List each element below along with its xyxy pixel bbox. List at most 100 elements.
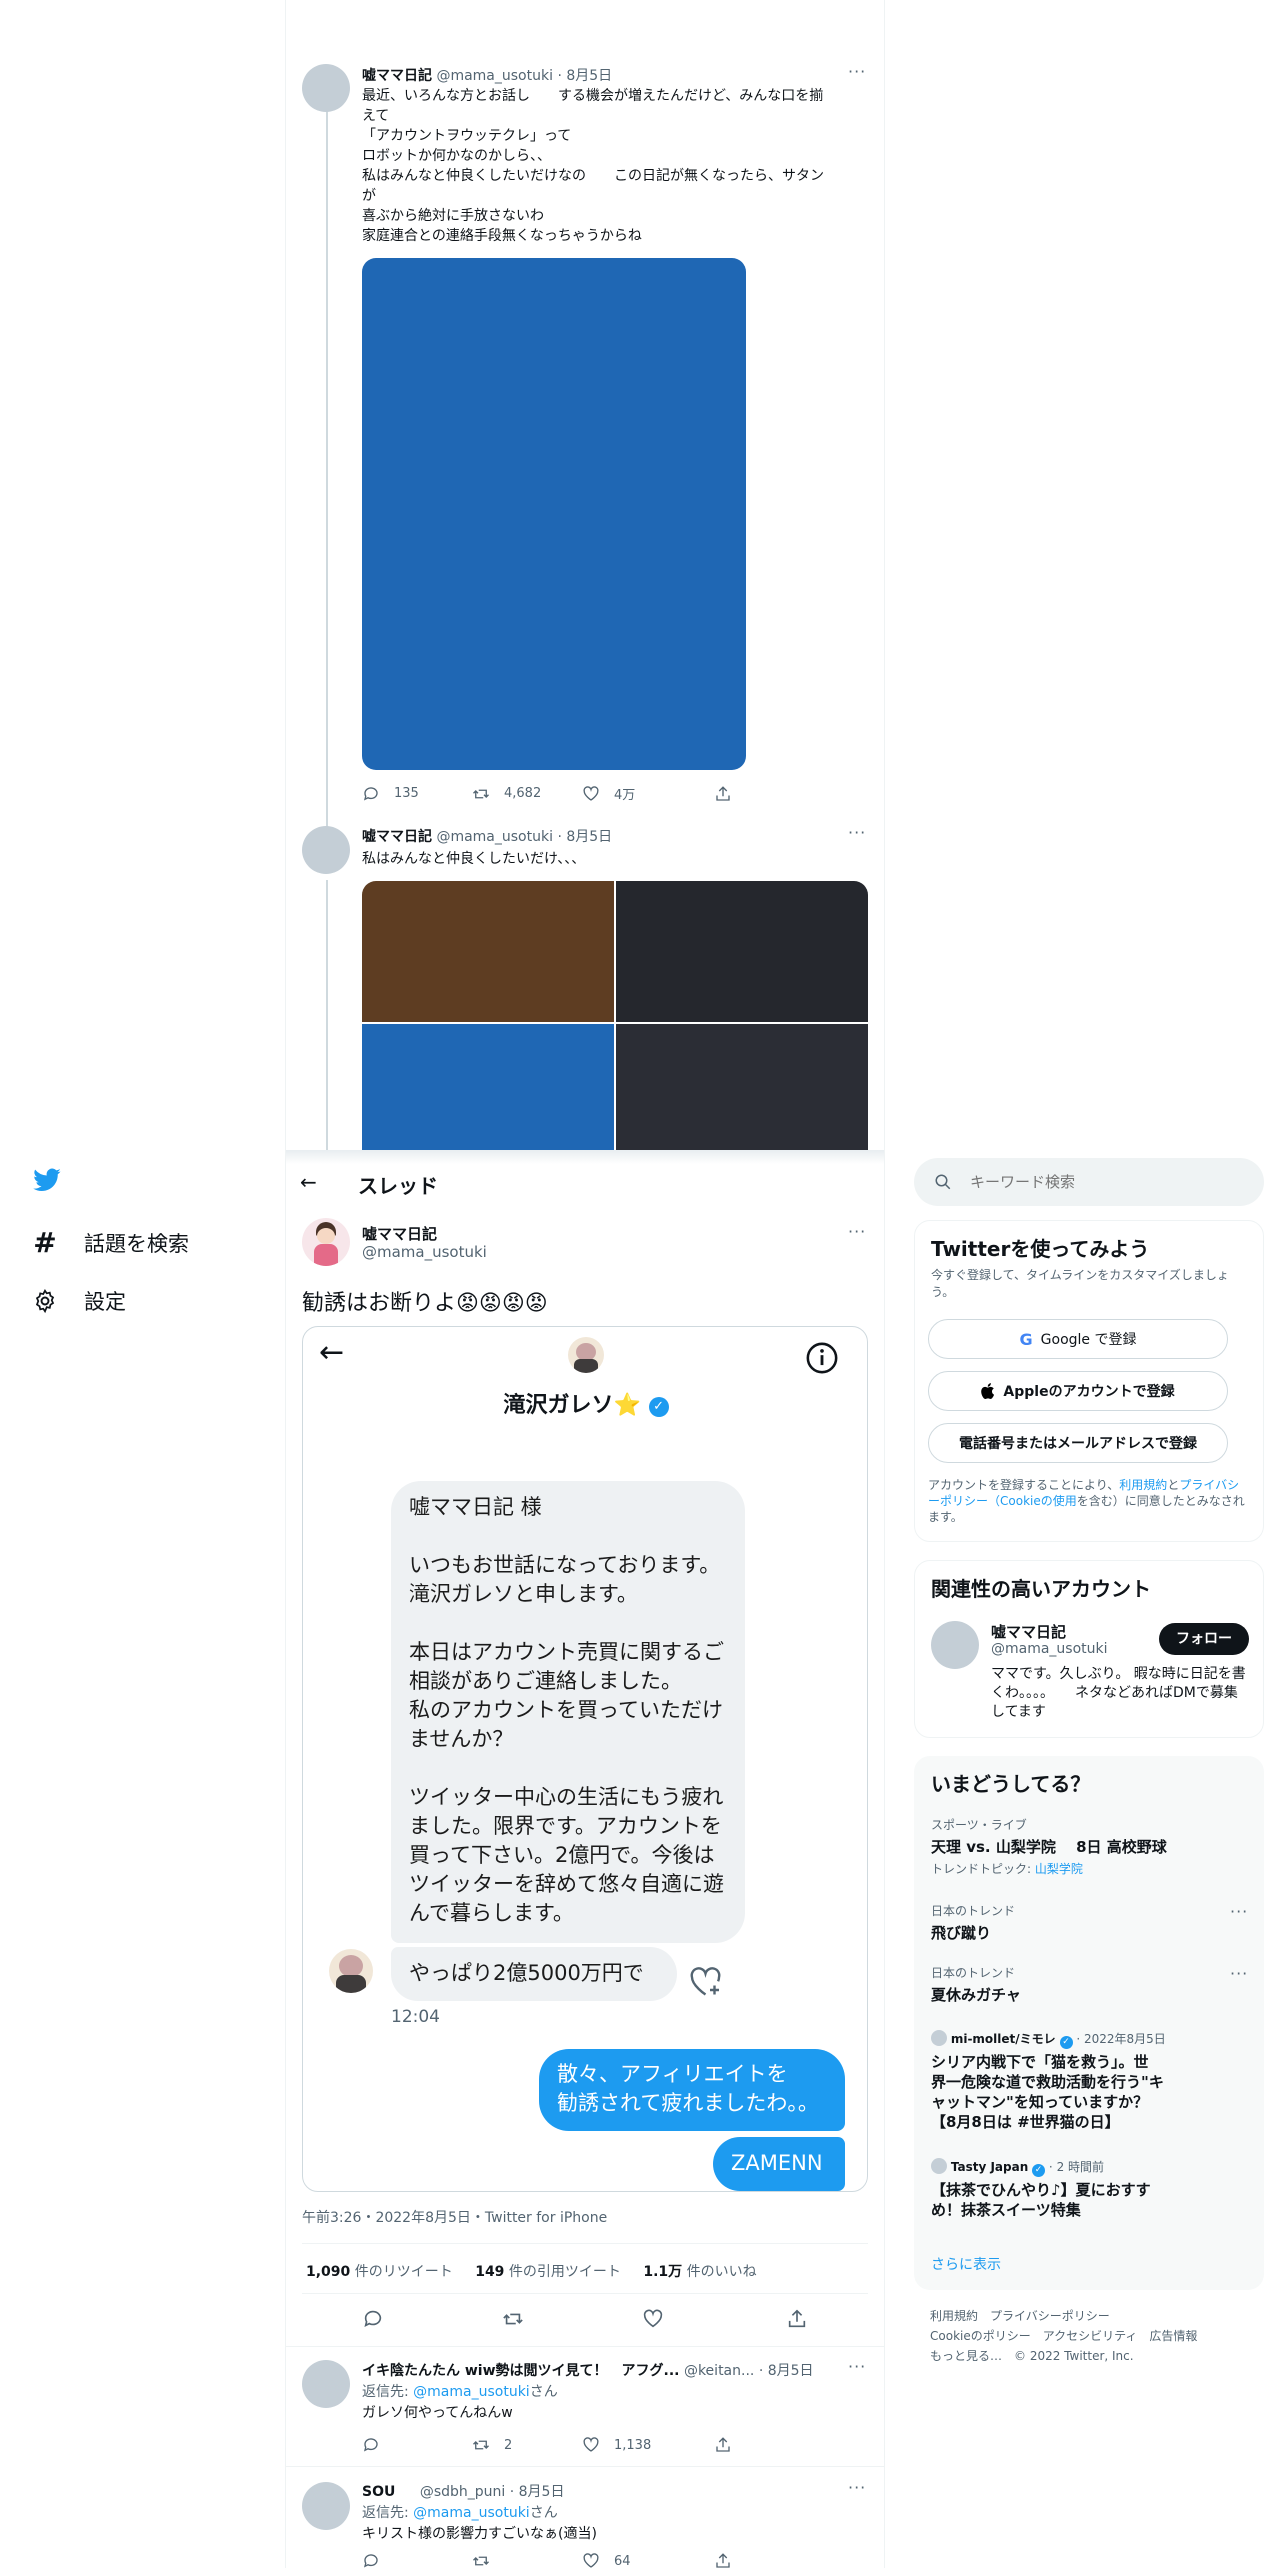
reply-button[interactable]: 135 xyxy=(362,784,472,803)
message-line: 私のアカウントを買っていただけ xyxy=(409,1698,723,1722)
reply-line: 散々、アフィリエイトを xyxy=(557,2062,788,2086)
search-icon xyxy=(935,1174,951,1190)
more-icon[interactable]: ··· xyxy=(1230,1902,1248,1921)
nav-settings[interactable]: 設定 xyxy=(32,1286,126,1316)
tweet-image[interactable] xyxy=(616,1024,868,1157)
relevant-accounts-panel: 関連性の高いアカウント 嘘ママ日記 @mama_usotuki フォロー ママで… xyxy=(914,1560,1264,1738)
author-name[interactable]: 嘘ママ日記 xyxy=(362,1223,437,1244)
retweet-button[interactable] xyxy=(472,2552,582,2568)
author-name[interactable]: SOU xyxy=(362,2484,395,2500)
show-more-link[interactable]: さらに表示 xyxy=(931,2254,1001,2274)
headline-line: シリア内戦下で「猫を救う」。世 xyxy=(931,2053,1149,2071)
trend-topic-link[interactable]: 山梨学院 xyxy=(1035,1862,1083,1876)
more-icon[interactable]: ··· xyxy=(848,62,866,81)
footer-links[interactable]: Cookieのポリシー アクセシビリティ 広告情報 xyxy=(930,2326,1197,2346)
avatar[interactable] xyxy=(302,1218,350,1266)
terms-link[interactable]: 利用規約 xyxy=(1119,1478,1167,1492)
quote-stat[interactable]: 149 件の引用ツイート xyxy=(475,2264,621,2280)
news-item[interactable]: mi-mollet/ミモレ ✓ · 2022年8月5日 シリア内戦下で「猫を救う… xyxy=(914,2030,1264,2140)
tweet-date[interactable]: 8月5日 xyxy=(566,829,612,845)
twitter-logo-icon[interactable] xyxy=(32,1168,62,1198)
more-icon[interactable]: ··· xyxy=(848,1222,866,1241)
retweet-stat[interactable]: 1,090 件のリツイート xyxy=(306,2264,453,2280)
search-input[interactable] xyxy=(970,1170,1240,1194)
tweet-image[interactable] xyxy=(362,258,746,770)
replying-to-link[interactable]: @mama_usotuki xyxy=(413,2384,530,2400)
like-button[interactable]: 64 xyxy=(582,2552,714,2568)
reply-icon xyxy=(363,2554,378,2568)
tweet-actions: 135 4,682 4万 xyxy=(362,784,732,803)
avatar[interactable] xyxy=(302,64,350,112)
avatar[interactable] xyxy=(931,1621,979,1669)
signup-title: Twitterを使ってみよう xyxy=(931,1237,1150,1261)
trend-item[interactable]: 日本のトレンド 夏休みガチャ ··· xyxy=(914,1960,1264,2012)
apple-signup-button[interactable]: Appleのアカウントで登録 xyxy=(928,1371,1228,1411)
share-button[interactable] xyxy=(714,784,732,803)
tweet-image[interactable] xyxy=(362,1024,614,1157)
author-handle[interactable]: @mama_usotuki xyxy=(436,829,553,845)
tweet-timestamp[interactable]: 午前3:26・2022年8月5日・Twitter for iPhone xyxy=(302,2207,607,2227)
author-handle[interactable]: @sdbh_puni xyxy=(420,2484,505,2500)
account-name[interactable]: 嘘ママ日記 xyxy=(991,1621,1066,1642)
tweet-image[interactable] xyxy=(362,881,614,1022)
footer-links[interactable]: もっと見る… © 2022 Twitter, Inc. xyxy=(930,2346,1197,2366)
more-icon[interactable]: ··· xyxy=(848,2478,866,2497)
reply-bubble[interactable]: ZAMENN xyxy=(713,2137,845,2191)
google-signup-button[interactable]: G Google で登録 xyxy=(928,1319,1228,1359)
footer-links[interactable]: 利用規約 プライバシーポリシー xyxy=(930,2306,1197,2326)
author-handle[interactable]: @keitan... xyxy=(684,2363,754,2379)
reply-button[interactable] xyxy=(362,2552,472,2568)
tweet-date[interactable]: 8月5日 xyxy=(566,68,612,84)
reply-button[interactable] xyxy=(362,2436,472,2454)
relevant-title: 関連性の高いアカウント xyxy=(931,1577,1151,1601)
heart-icon[interactable] xyxy=(642,2308,664,2330)
message-line xyxy=(409,1754,727,1783)
retweet-button[interactable]: 2 xyxy=(472,2436,582,2454)
message-line: ました。限界です。アカウントを xyxy=(409,1814,722,1838)
tweet-image[interactable] xyxy=(616,881,868,1022)
retweet-stat-num: 1,090 xyxy=(306,2264,351,2280)
more-icon[interactable]: ··· xyxy=(1230,1964,1248,1983)
author-name[interactable]: 嘘ママ日記 xyxy=(362,829,432,845)
like-button[interactable]: 1,138 xyxy=(582,2436,714,2454)
tweet-date[interactable]: 8月5日 xyxy=(519,2484,565,2500)
share-button[interactable] xyxy=(714,2552,732,2568)
sender-avatar xyxy=(329,1949,373,1993)
trend-item[interactable]: スポーツ・ライブ 天理 vs. 山梨学院 8日 高校野球 トレンドトピック: 山… xyxy=(914,1808,1264,1882)
share-button[interactable] xyxy=(714,2436,732,2454)
follow-button[interactable]: フォロー xyxy=(1159,1623,1249,1655)
back-arrow-icon[interactable]: ← xyxy=(300,1170,317,1194)
news-item[interactable]: Tasty Japan ✓ · 2 時間前 【抹茶でひんやり♪】夏におすす め！… xyxy=(914,2158,1264,2224)
message-bubble[interactable]: やっぱり2億5000万円で xyxy=(391,1947,677,2001)
like-stat[interactable]: 1.1万 件のいいね xyxy=(643,2264,756,2280)
author-handle[interactable]: @mama_usotuki xyxy=(436,68,553,84)
nav-explore[interactable]: # 話題を検索 xyxy=(32,1226,189,1259)
retweet-icon[interactable] xyxy=(501,2308,525,2330)
phone-signup-button[interactable]: 電話番号またはメールアドレスで登録 xyxy=(928,1423,1228,1463)
avatar[interactable] xyxy=(302,826,350,874)
tweet-date[interactable]: 8月5日 xyxy=(768,2363,814,2379)
avatar[interactable] xyxy=(302,2360,350,2408)
avatar[interactable] xyxy=(302,2482,350,2530)
tweet-line: 私はみんなと仲良くしたいだけなの この日記が無くなったら、サタン xyxy=(362,168,824,184)
source-name: Tasty Japan xyxy=(950,2160,1029,2174)
retweet-button[interactable]: 4,682 xyxy=(472,784,582,803)
account-handle[interactable]: @mama_usotuki xyxy=(991,1641,1108,1657)
message-bubble[interactable]: 嘘ママ日記 様 いつもお世話になっております。 滝沢ガレソと申します。 本日はア… xyxy=(391,1481,745,1943)
reply-icon[interactable] xyxy=(362,2308,384,2330)
dm-screenshot-image[interactable]: ← 滝沢ガレソ⭐ ✓ 嘘ママ日記 様 いつもお世話になっております。 滝沢ガレソ… xyxy=(302,1326,868,2192)
author-name[interactable]: イキ陰たんたん wiw勢は閲ツイ見て！ アフグ... xyxy=(362,2363,680,2379)
reply-bubble[interactable]: 散々、アフィリエイトを 勧誘されて疲れましたわ。。 xyxy=(539,2049,845,2131)
like-button[interactable]: 4万 xyxy=(582,784,714,803)
thread-title: スレッド xyxy=(358,1174,438,1198)
replying-to: 返信先: @mama_usotukiさん xyxy=(362,2381,558,2401)
share-icon[interactable] xyxy=(786,2308,808,2330)
author-name[interactable]: 嘘ママ日記 xyxy=(362,68,432,84)
more-icon[interactable]: ··· xyxy=(848,823,866,842)
trend-item[interactable]: 日本のトレンド 飛び蹴り ··· xyxy=(914,1898,1264,1950)
more-icon[interactable]: ··· xyxy=(848,2357,866,2376)
search-box[interactable] xyxy=(914,1158,1264,1206)
terms-text: アカウントを登録することにより、 xyxy=(928,1478,1120,1492)
author-handle[interactable]: @mama_usotuki xyxy=(362,1243,487,1261)
replying-to-link[interactable]: @mama_usotuki xyxy=(413,2505,530,2521)
